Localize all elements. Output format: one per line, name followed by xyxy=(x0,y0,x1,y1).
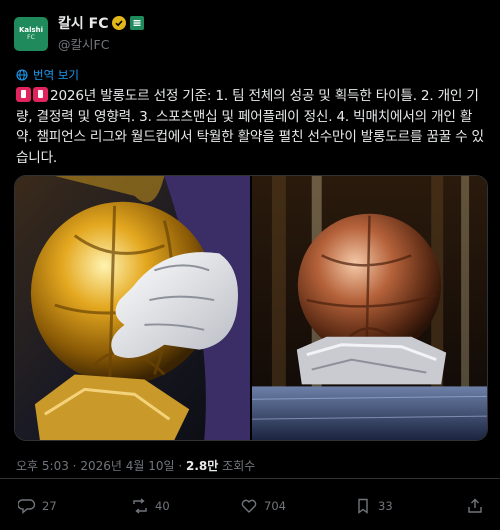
avatar-text-line2: FC xyxy=(27,34,35,41)
reply-count: 27 xyxy=(42,499,57,513)
ballon-dor-trophy-glove-image[interactable] xyxy=(15,176,250,440)
globe-icon xyxy=(16,69,28,81)
media-grid xyxy=(14,175,488,441)
account-handle[interactable]: @칼시FC xyxy=(58,34,144,53)
meta-separator: · xyxy=(72,459,77,473)
ballon-dor-trophy-stage-image[interactable] xyxy=(252,176,487,440)
reply-icon xyxy=(18,499,36,515)
avatar-text-line1: Kalshi xyxy=(18,26,44,34)
views-label: 조회수 xyxy=(222,459,256,473)
verified-badge-icon xyxy=(112,15,127,30)
post-date[interactable]: 2026년 4월 10일 xyxy=(80,459,174,473)
repost-count: 40 xyxy=(155,499,170,513)
translate-link[interactable]: 번역 보기 xyxy=(16,67,79,83)
bookmark-icon xyxy=(358,498,368,514)
action-bar: 27 40 704 33 xyxy=(0,494,500,518)
siren-emoji-icon xyxy=(16,87,31,102)
post-text-container: 2026년 발롱도르 선정 기준: 1. 팀 전체의 성공 및 획득한 타이틀.… xyxy=(16,86,488,168)
meta-separator: · xyxy=(178,459,183,473)
views-count: 2.8만 xyxy=(186,459,219,473)
post-header: Kalshi FC 칼시 FC @칼시FC xyxy=(14,13,145,53)
reply-button[interactable]: 27 xyxy=(18,497,57,515)
post-time[interactable]: 오후 5:03 xyxy=(16,459,69,473)
like-count: 704 xyxy=(264,499,286,513)
post-text: 2026년 발롱도르 선정 기준: 1. 팀 전체의 성공 및 획득한 타이틀.… xyxy=(16,88,484,166)
siren-emoji-icon xyxy=(33,87,48,102)
repost-icon xyxy=(133,498,147,514)
bookmark-button[interactable]: 33 xyxy=(354,497,393,515)
account-names: 칼시 FC @칼시FC xyxy=(58,13,145,53)
name-row: 칼시 FC xyxy=(58,13,145,33)
repost-button[interactable]: 40 xyxy=(131,497,170,515)
avatar[interactable]: Kalshi FC xyxy=(14,16,48,51)
divider xyxy=(0,478,500,479)
display-name[interactable]: 칼시 FC xyxy=(58,13,108,33)
bookmark-count: 33 xyxy=(378,499,393,513)
share-button[interactable] xyxy=(466,497,484,515)
share-icon xyxy=(468,498,482,513)
affiliation-badge-icon[interactable] xyxy=(130,15,145,30)
post-meta: 오후 5:03 · 2026년 4월 10일 · 2.8만 조회수 xyxy=(16,457,255,474)
heart-icon xyxy=(241,499,257,513)
like-button[interactable]: 704 xyxy=(240,497,286,515)
translate-label: 번역 보기 xyxy=(33,68,79,82)
